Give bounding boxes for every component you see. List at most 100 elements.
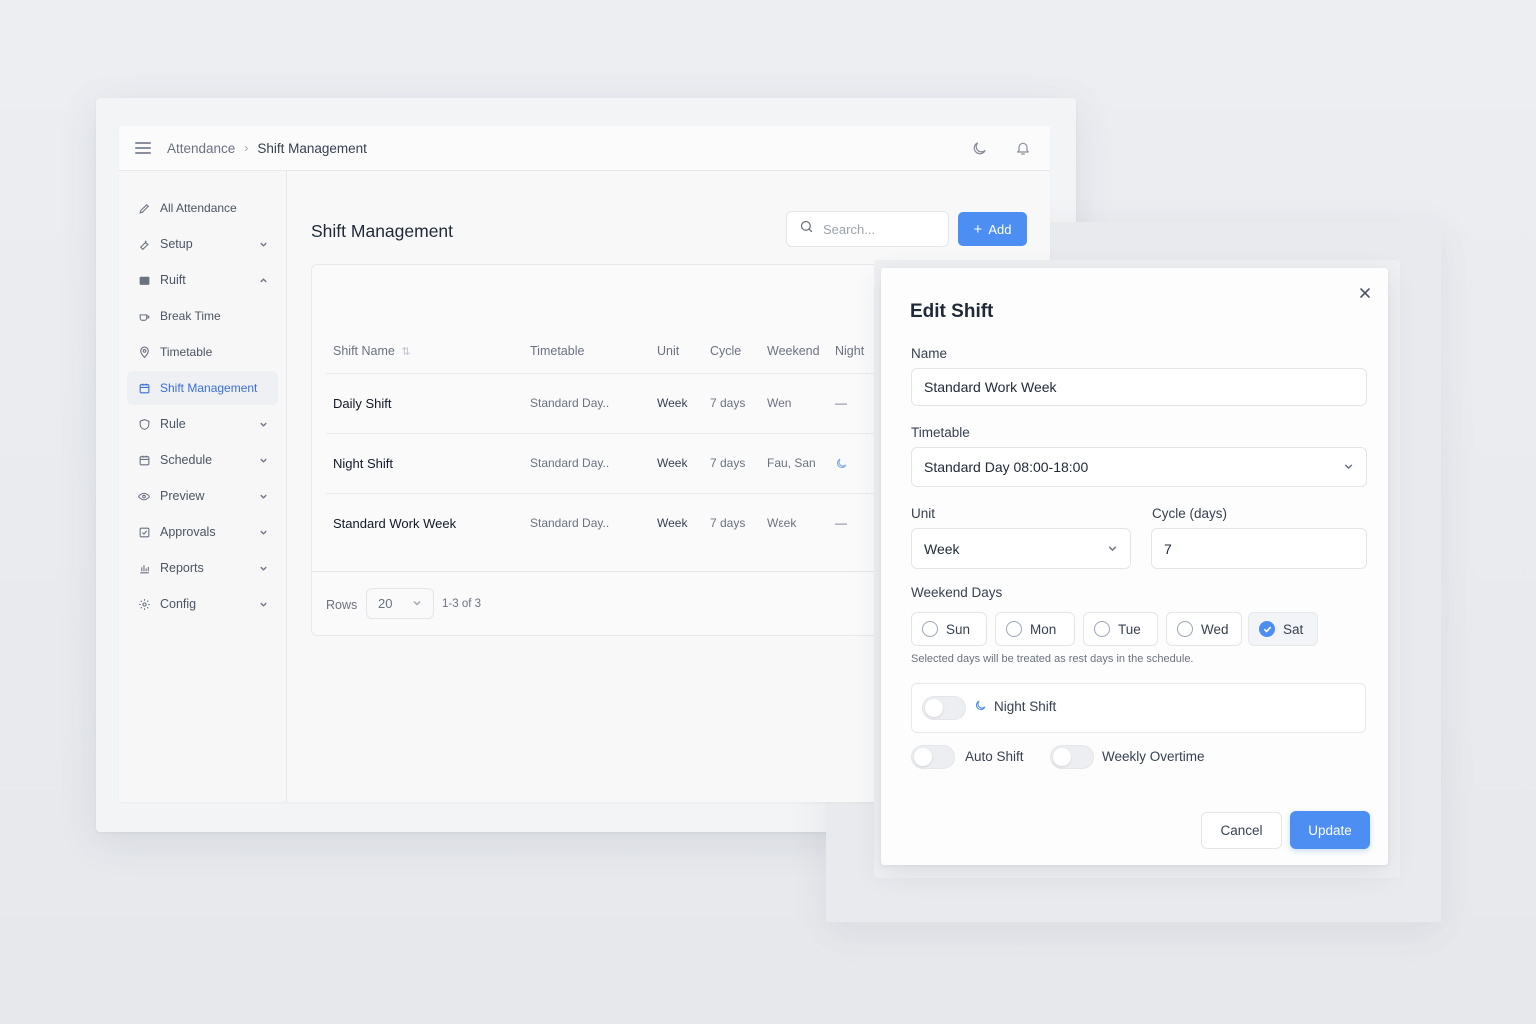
auto-shift-toggle[interactable] [911,745,955,769]
sidebar-item-label: All Attendance [160,201,237,215]
name-field[interactable] [911,368,1367,406]
sidebar-item-setup[interactable]: Setup [127,227,278,261]
night-cell: — [835,396,847,410]
night-shift-panel: Night Shift [911,683,1366,733]
timetable-cell: Standard Day.. [530,516,610,530]
sidebar-item-label: Approvals [160,525,216,539]
breadcrumb-parent[interactable]: Attendance [167,141,235,156]
chevron-up-icon [258,275,268,285]
search-input[interactable] [823,221,933,237]
breadcrumb-separator-icon: › [244,141,249,155]
table-row[interactable]: Daily Shift Standard Day.. Week 7 days W… [326,374,910,434]
sort-icon[interactable]: ⇅ [401,346,410,358]
weekend-day-sat[interactable]: Sat [1248,612,1318,646]
shift-name-cell: Daily Shift [333,396,392,411]
night-shift-toggle[interactable] [922,696,966,720]
sidebar-item-label: Setup [160,237,193,251]
sidebar-item-break-time[interactable]: Break Time [127,299,278,333]
night-shift-label: Night Shift [994,699,1057,714]
cycle-cell: 7 days [710,396,746,410]
column-header-shift-name[interactable]: Shift Name ⇅ [333,344,411,358]
page-title: Shift Management [311,221,454,241]
update-button[interactable]: Update [1290,811,1370,849]
name-label: Name [911,346,948,361]
add-button[interactable]: + Add [958,212,1027,246]
chevron-down-icon [258,527,268,537]
dialog-title: Edit Shift [910,301,994,322]
sidebar-item-timetable[interactable]: Timetable [127,335,278,369]
sidebar-item-label: Timetable [160,345,213,359]
check-square-icon [137,525,151,539]
calendar-icon [137,381,151,395]
pagination-range: 1-3 of 3 [442,598,481,610]
sidebar-item-label: Schedule [160,453,213,467]
day-label: Wed [1201,621,1229,637]
sidebar-item-schedule[interactable]: Schedule [127,443,278,477]
folder-icon [137,273,151,287]
shield-icon [137,417,151,431]
search-box[interactable] [786,211,949,247]
table-row[interactable]: Standard Work Week Standard Day.. Week 7… [326,494,910,554]
weekend-day-sun[interactable]: Sun [911,612,987,646]
night-cell: — [835,516,847,530]
cancel-button[interactable]: Cancel [1201,812,1282,849]
rows-per-page-label: Rows [326,598,358,612]
sidebar-item-config[interactable]: Config [127,587,278,621]
chevron-down-icon [412,596,422,611]
chevron-down-icon [258,563,268,573]
sidebar-item-rule[interactable]: Rule [127,407,278,441]
sidebar-item-label: Rule [160,417,186,431]
plus-icon: + [973,220,983,238]
moon-icon[interactable] [970,139,988,157]
rows-per-page-select[interactable]: 20 [366,588,434,619]
pen-icon [137,201,151,215]
sidebar-item-approvals[interactable]: Approvals [127,515,278,549]
weekly-overtime-toggle[interactable] [1050,745,1094,769]
sidebar-item-ruift[interactable]: Ruift [127,263,278,297]
cycle-label: Cycle (days) [1152,506,1228,521]
unit-cell: Week [657,456,688,470]
close-icon[interactable] [1358,286,1372,300]
name-input[interactable] [924,379,1354,395]
shift-name-cell: Night Shift [333,456,393,471]
sidebar-item-label: Preview [160,489,205,503]
cycle-cell: 7 days [710,516,746,530]
timetable-label: Timetable [911,425,970,440]
weekend-hint: Selected days will be treated as rest da… [911,653,1194,665]
menu-icon[interactable] [135,142,151,154]
timetable-select[interactable]: Standard Day 08:00-18:00 [911,447,1367,487]
sidebar-item-all-attendance[interactable]: All Attendance [127,191,278,225]
bell-icon[interactable] [1014,139,1032,157]
timetable-cell: Standard Day.. [530,456,610,470]
sidebar-item-shift-management[interactable]: Shift Management [127,371,278,405]
top-bar: Attendance › Shift Management [119,126,1050,171]
moon-icon [974,699,987,717]
calendar-icon [137,453,151,467]
search-icon [799,219,814,239]
sidebar-item-reports[interactable]: Reports [127,551,278,585]
timetable-cell: Standard Day.. [530,396,610,410]
shifts-table: Shift Name ⇅ Timetable Unit Cycle Weeken… [311,264,911,636]
coffee-icon [137,309,151,323]
unit-select[interactable]: Week [911,528,1131,569]
radio-icon [922,621,938,637]
column-header-label: Shift Name [333,344,395,358]
table-row[interactable]: Night Shift Standard Day.. Week 7 days F… [326,434,910,494]
breadcrumb-current: Shift Management [257,140,367,156]
cycle-input[interactable] [1164,540,1354,557]
sidebar-item-preview[interactable]: Preview [127,479,278,513]
chevron-down-icon [258,455,268,465]
sidebar-item-label: Break Time [160,309,221,323]
weekend-day-wed[interactable]: Wed [1166,612,1242,646]
weekend-day-tue[interactable]: Tue [1083,612,1158,646]
weekly-overtime-label: Weekly Overtime [1102,749,1205,764]
eye-icon [137,489,151,503]
shift-name-cell: Standard Work Week [333,516,457,531]
radio-icon [1177,621,1193,637]
timetable-value: Standard Day 08:00-18:00 [924,459,1089,475]
cycle-field[interactable] [1151,528,1367,569]
gear-icon [137,597,151,611]
day-label: Tue [1118,621,1141,637]
weekend-day-mon[interactable]: Mon [995,612,1075,646]
column-header-night: Night [835,344,865,358]
